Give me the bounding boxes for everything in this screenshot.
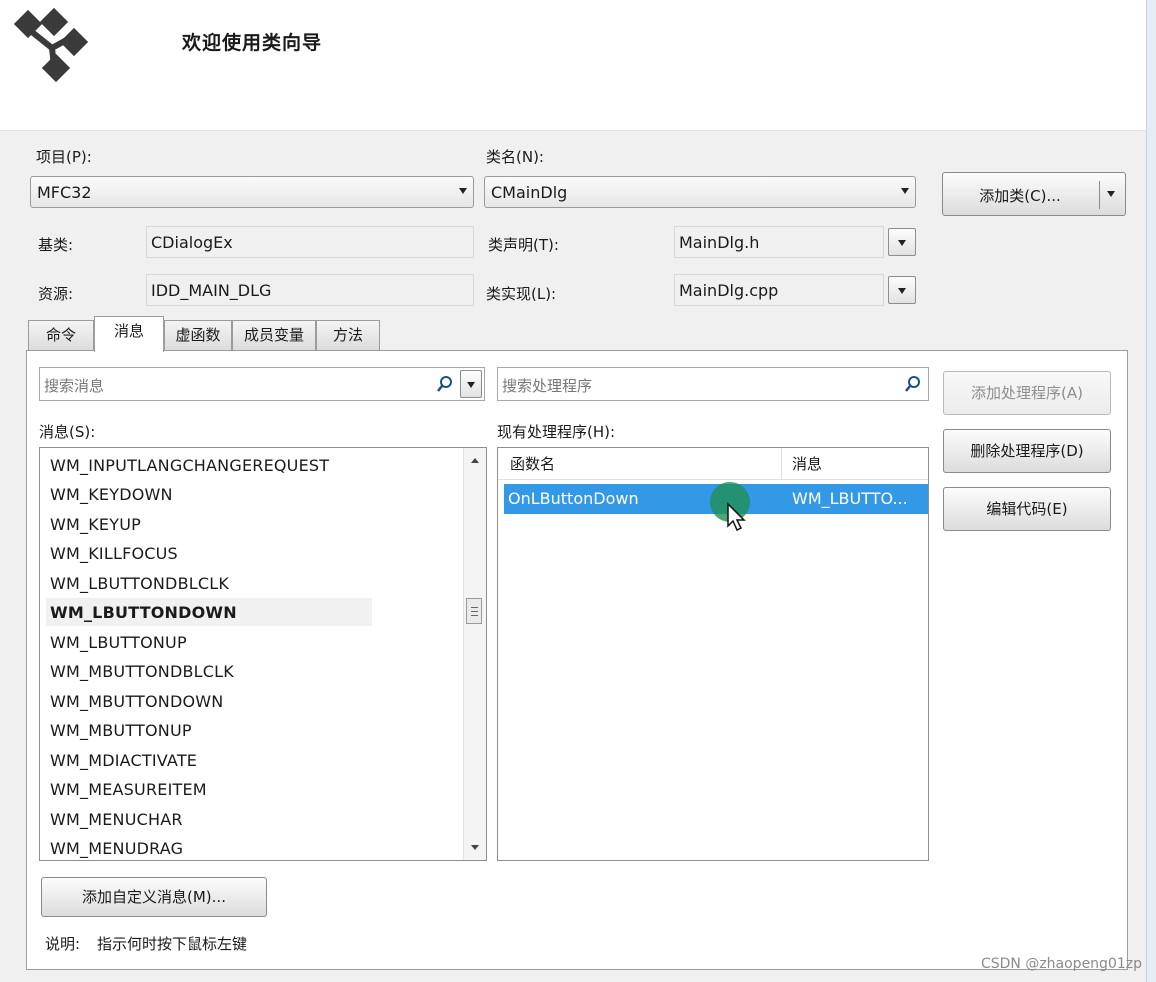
class-impl-field[interactable]: MainDlg.cpp	[674, 274, 884, 306]
tab-member-variables[interactable]: 成员变量	[232, 320, 316, 350]
messages-tab-panel: 搜索消息 搜索处理程序 消息(S): 现有处理程序(H): WM_INPUTLA…	[26, 350, 1128, 970]
edit-code-button[interactable]: 编辑代码(E)	[943, 487, 1111, 531]
resource-field: IDD_MAIN_DLG	[146, 274, 474, 306]
search-filter-dropdown[interactable]	[460, 370, 482, 398]
list-item[interactable]: WM_MBUTTONDOWN	[50, 692, 223, 711]
description-label: 说明:	[45, 935, 81, 953]
messages-scrollbar[interactable]	[463, 448, 486, 860]
delete-handler-button[interactable]: 删除处理程序(D)	[943, 429, 1111, 473]
add-handler-button[interactable]: 添加处理程序(A)	[943, 371, 1111, 415]
list-item[interactable]: WM_MBUTTONDBLCLK	[50, 662, 234, 681]
handler-message: WM_LBUTTO...	[792, 489, 908, 508]
page-title: 欢迎使用类向导	[182, 32, 323, 54]
scroll-down-icon[interactable]	[471, 845, 479, 850]
window-frame-edge	[1146, 0, 1156, 982]
add-class-label: 添加类(C)...	[979, 187, 1061, 205]
list-item[interactable]: WM_LBUTTONDBLCLK	[50, 574, 229, 593]
resource-label: 资源:	[38, 285, 74, 303]
list-item[interactable]: WM_KEYDOWN	[50, 485, 173, 504]
list-item-selected[interactable]: WM_LBUTTONDOWN	[50, 603, 237, 622]
project-value: MFC32	[37, 183, 92, 202]
add-class-button[interactable]: 添加类(C)...	[942, 172, 1126, 216]
class-decl-label: 类声明(T):	[488, 236, 559, 254]
search-icon[interactable]	[436, 375, 454, 393]
search-handlers-input[interactable]: 搜索处理程序	[497, 367, 929, 401]
classname-value: CMainDlg	[491, 183, 568, 202]
handler-function: OnLButtonDown	[508, 489, 639, 508]
class-decl-field[interactable]: MainDlg.h	[674, 226, 884, 258]
list-item[interactable]: WM_KILLFOCUS	[50, 544, 178, 563]
class-impl-label: 类实现(L):	[486, 285, 557, 303]
column-header-function[interactable]: 函数名	[498, 448, 782, 480]
list-item[interactable]: WM_INPUTLANGCHANGEREQUEST	[50, 456, 329, 475]
list-item[interactable]: WM_MENUCHAR	[50, 810, 183, 829]
chevron-down-icon	[898, 240, 906, 246]
mouse-pointer-icon	[727, 502, 746, 532]
handlers-list[interactable]: 函数名 消息 OnLButtonDown WM_LBUTTO...	[497, 447, 929, 861]
resource-value: IDD_MAIN_DLG	[151, 281, 272, 300]
project-label: 项目(P):	[36, 148, 92, 166]
classname-combobox[interactable]: CMainDlg	[484, 176, 916, 208]
watermark: CSDN @zhaopeng01zp	[980, 956, 1142, 972]
base-class-value: CDialogEx	[151, 233, 233, 252]
tab-commands[interactable]: 命令	[28, 320, 94, 350]
list-item[interactable]: WM_MBUTTONUP	[50, 721, 192, 740]
search-messages-input[interactable]: 搜索消息	[39, 367, 485, 401]
description-text: 指示何时按下鼠标左键	[97, 935, 248, 953]
scroll-up-icon[interactable]	[471, 458, 479, 463]
class-decl-dropdown-button[interactable]	[888, 228, 916, 256]
chevron-down-icon	[459, 188, 467, 194]
tab-methods[interactable]: 方法	[316, 320, 380, 350]
column-header-message[interactable]: 消息	[782, 448, 928, 480]
class-decl-value: MainDlg.h	[679, 233, 760, 252]
search-icon[interactable]	[904, 375, 922, 393]
chevron-down-icon	[901, 188, 909, 194]
classname-label: 类名(N):	[486, 148, 544, 166]
search-handlers-placeholder: 搜索处理程序	[502, 377, 593, 395]
list-item[interactable]: WM_MEASUREITEM	[50, 780, 207, 799]
add-class-dropdown-icon[interactable]	[1107, 191, 1115, 197]
messages-label: 消息(S):	[39, 423, 96, 441]
class-impl-dropdown-button[interactable]	[888, 276, 916, 304]
chevron-down-icon	[467, 382, 475, 388]
project-combobox[interactable]: MFC32	[30, 176, 474, 208]
tab-virtual-functions[interactable]: 虚函数	[164, 320, 232, 350]
wizard-header: 欢迎使用类向导	[0, 0, 1156, 131]
chevron-down-icon	[898, 288, 906, 294]
scroll-thumb[interactable]	[466, 598, 482, 624]
list-item[interactable]: WM_MDIACTIVATE	[50, 751, 197, 770]
split-divider	[1099, 181, 1100, 209]
search-messages-placeholder: 搜索消息	[44, 377, 105, 395]
base-class-field: CDialogEx	[146, 226, 474, 258]
list-item[interactable]: WM_LBUTTONUP	[50, 633, 187, 652]
messages-list[interactable]: WM_INPUTLANGCHANGEREQUEST WM_KEYDOWN WM_…	[39, 447, 487, 861]
list-item[interactable]: WM_MENUDRAG	[50, 839, 183, 858]
class-impl-value: MainDlg.cpp	[679, 281, 779, 300]
base-class-label: 基类:	[38, 236, 74, 254]
handlers-label: 现有处理程序(H):	[497, 423, 616, 441]
tab-messages[interactable]: 消息	[94, 316, 164, 352]
list-item[interactable]: WM_KEYUP	[50, 515, 141, 534]
class-wizard-logo-icon	[13, 8, 89, 83]
add-custom-message-button[interactable]: 添加自定义消息(M)...	[41, 877, 267, 917]
